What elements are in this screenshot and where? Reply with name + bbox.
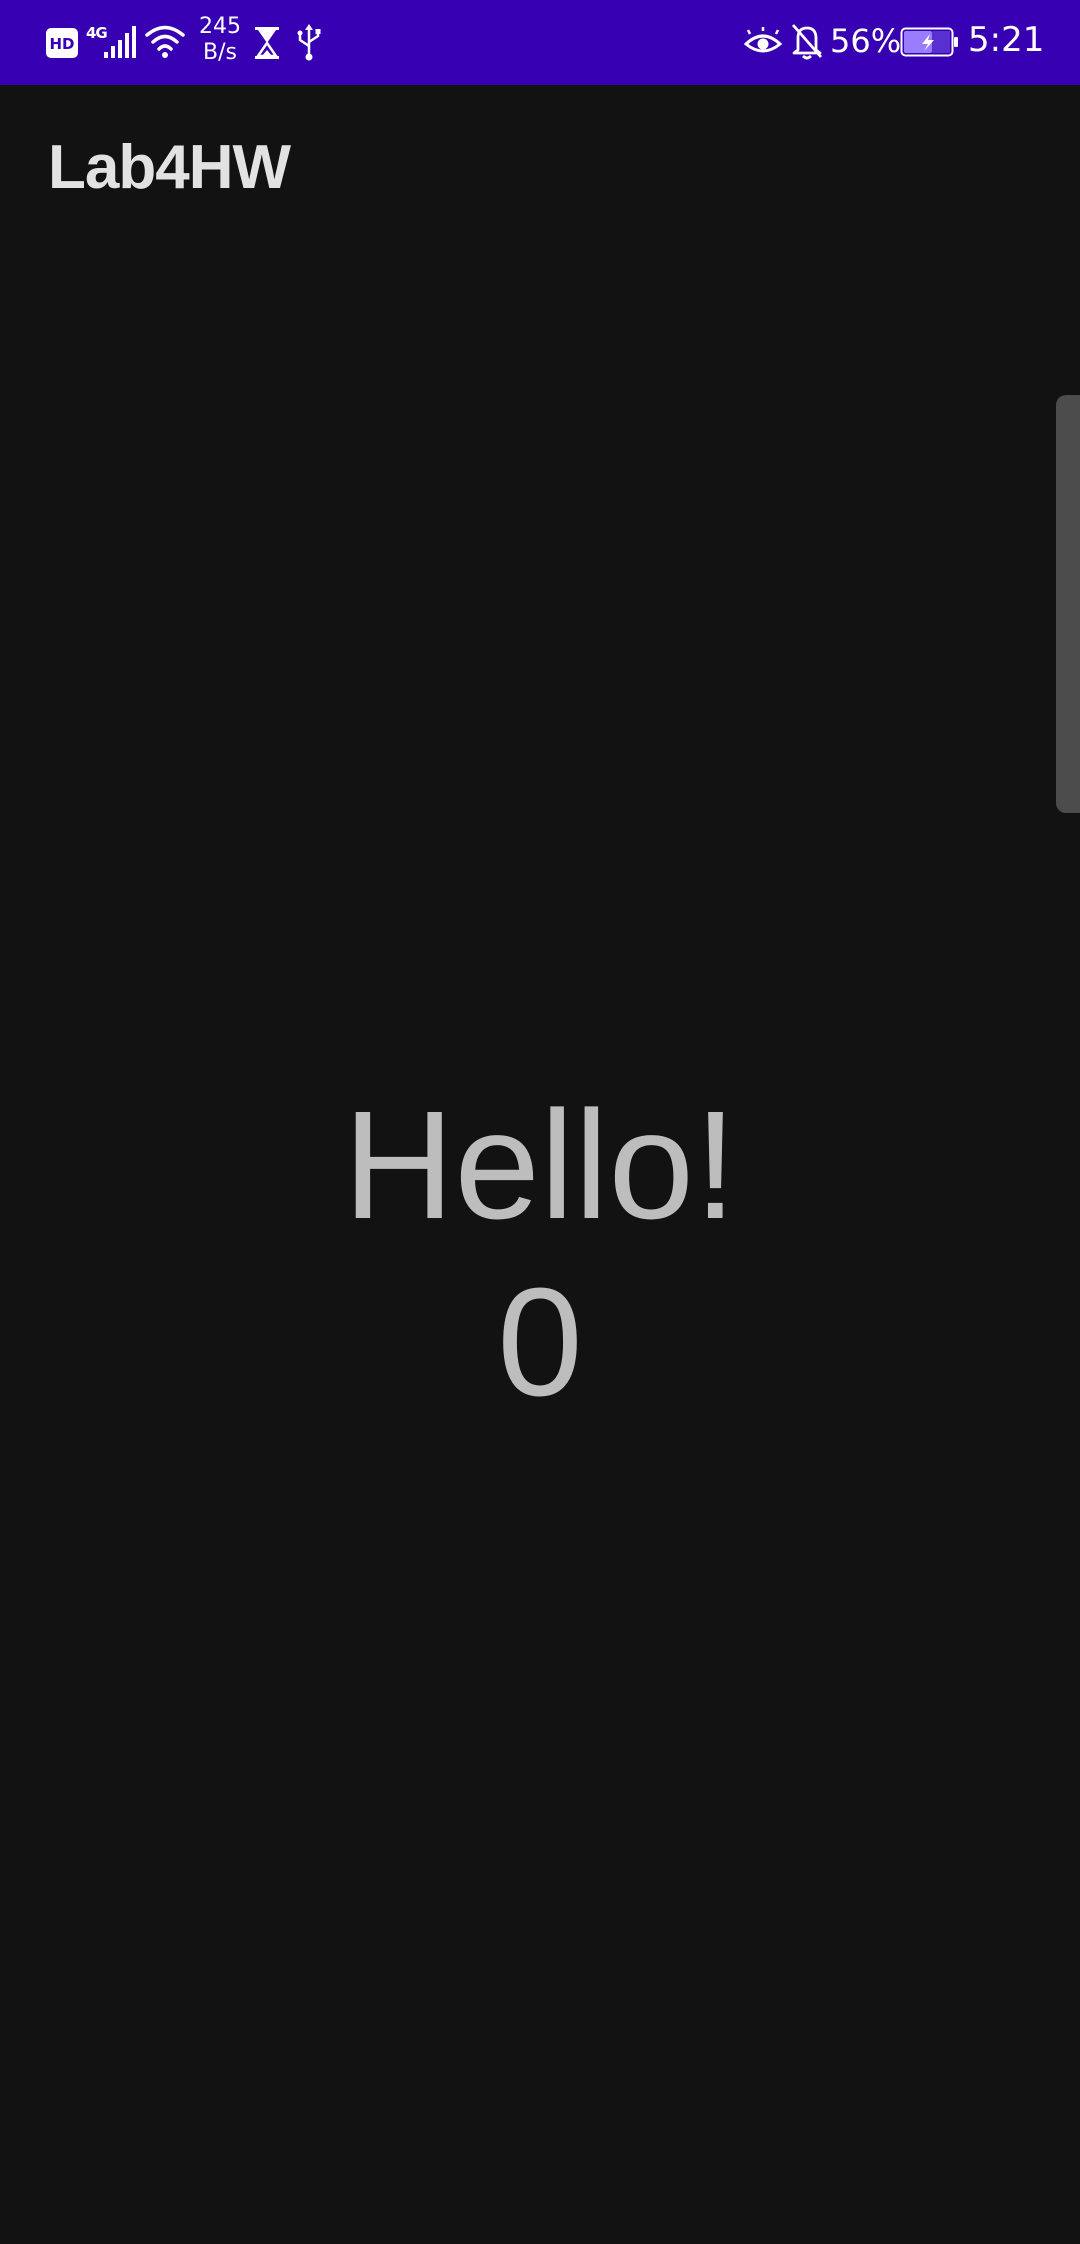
usb-icon xyxy=(296,24,322,62)
app-title: Lab4HW xyxy=(48,133,291,202)
side-edge-handle[interactable] xyxy=(1056,395,1080,813)
eye-icon xyxy=(744,26,782,58)
network-speed: 245 B/s xyxy=(198,14,242,66)
status-bar: HD 4G 245 B/s 56% 5:21 xyxy=(0,0,1080,85)
counter-text: 0 xyxy=(497,1256,583,1428)
app-screen: HD 4G 245 B/s 56% 5:21 Lab4HW Hello! 0 xyxy=(0,0,1080,2244)
bell-off-icon xyxy=(790,22,824,60)
network-speed-unit: B/s xyxy=(203,40,237,65)
battery-charging-icon xyxy=(900,26,960,58)
battery-percent: 56% xyxy=(830,22,902,60)
hd-icon: HD xyxy=(46,28,78,58)
greeting-text: Hello! xyxy=(343,1079,737,1251)
network-speed-value: 245 xyxy=(199,14,241,39)
wifi-icon xyxy=(144,22,186,60)
status-clock: 5:21 xyxy=(968,20,1045,60)
hourglass-icon xyxy=(254,26,280,60)
signal-icon xyxy=(102,24,138,60)
hd-label: HD xyxy=(49,35,74,53)
